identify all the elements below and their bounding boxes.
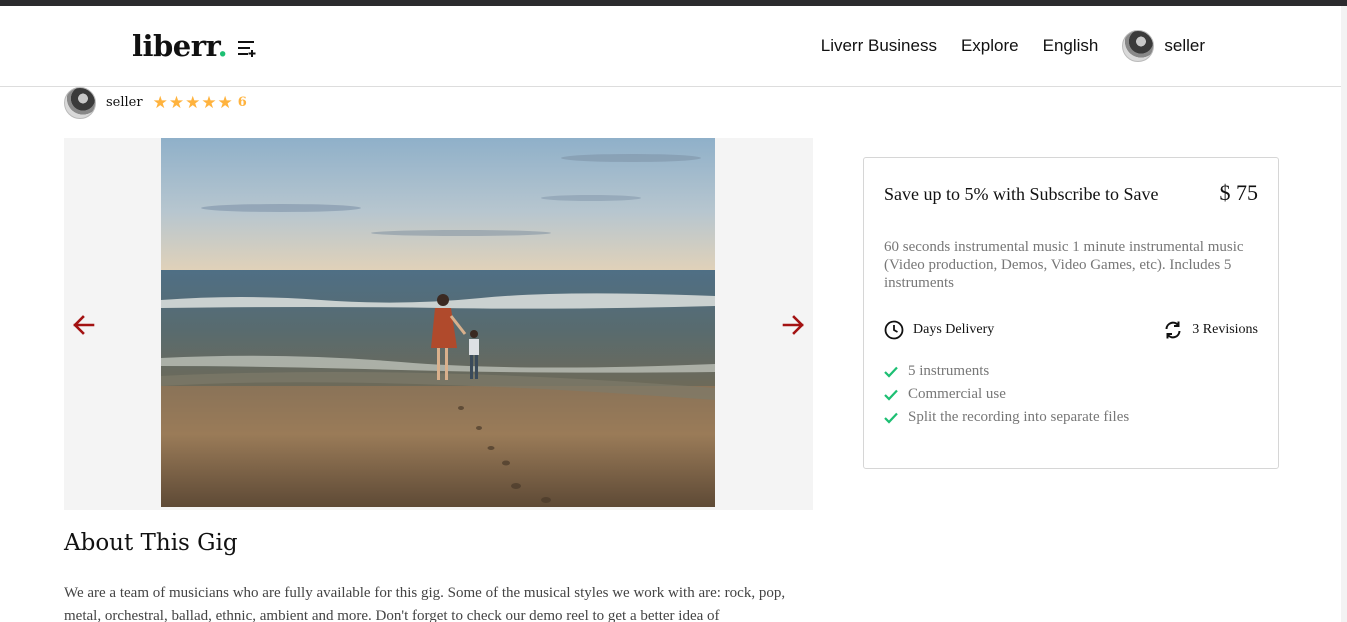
about-gig-text: We are a team of musicians who are fully… — [64, 585, 786, 622]
check-icon — [884, 366, 898, 378]
menu-icon[interactable] — [237, 39, 257, 57]
delivery-info: Days Delivery — [884, 320, 994, 340]
feature-label: 5 instruments — [908, 363, 990, 379]
arrow-left-icon[interactable] — [72, 314, 96, 336]
star-rating-icon: ★★★★★ — [152, 92, 234, 113]
nav-links: Liverr Business Explore English seller — [797, 28, 1205, 64]
logo-dot: . — [217, 29, 228, 63]
navbar: liberr. Liverr Business Explore English … — [0, 6, 1341, 87]
logo[interactable]: liberr. — [132, 28, 228, 64]
package-card: Save up to 5% with Subscribe to Save $ 7… — [863, 157, 1279, 469]
feature-label: Split the recording into separate files — [908, 409, 1130, 425]
gig-gallery — [64, 138, 813, 510]
nav-user-name[interactable]: seller — [1164, 36, 1205, 56]
user-avatar[interactable] — [1122, 30, 1155, 62]
seller-info: seller ★★★★★ 6 — [64, 86, 247, 119]
nav-link-language[interactable]: English — [1043, 36, 1099, 56]
about-gig-title: About This Gig — [64, 530, 238, 556]
nav-link-business[interactable]: Liverr Business — [821, 36, 937, 56]
scrollbar[interactable] — [1341, 6, 1347, 622]
refresh-icon — [1165, 321, 1181, 339]
package-description: 60 seconds instrumental music 1 minute i… — [884, 239, 1244, 291]
clock-icon — [884, 320, 904, 340]
delivery-label: Days Delivery — [913, 322, 995, 337]
nav-link-explore[interactable]: Explore — [961, 36, 1019, 56]
seller-avatar[interactable] — [64, 86, 96, 119]
revisions-label: 3 Revisions — [1192, 322, 1258, 337]
check-icon — [884, 412, 898, 424]
feature-item: 5 instruments — [884, 360, 1129, 383]
arrow-right-icon[interactable] — [781, 314, 805, 336]
revisions-info: 3 Revisions — [1163, 320, 1258, 340]
feature-label: Commercial use — [908, 386, 1006, 402]
seller-name[interactable]: seller — [106, 95, 143, 110]
beach-photo — [161, 138, 715, 507]
logo-text: liberr — [132, 29, 218, 63]
rating-count: 6 — [237, 95, 247, 110]
package-price: $ 75 — [1219, 180, 1259, 205]
feature-item: Split the recording into separate files — [884, 406, 1129, 429]
package-title: Save up to 5% with Subscribe to Save — [884, 184, 1159, 204]
feature-item: Commercial use — [884, 383, 1129, 406]
feature-list: 5 instruments Commercial use Split the r… — [884, 360, 1129, 429]
check-icon — [884, 389, 898, 401]
beach-photo-image — [161, 138, 715, 507]
